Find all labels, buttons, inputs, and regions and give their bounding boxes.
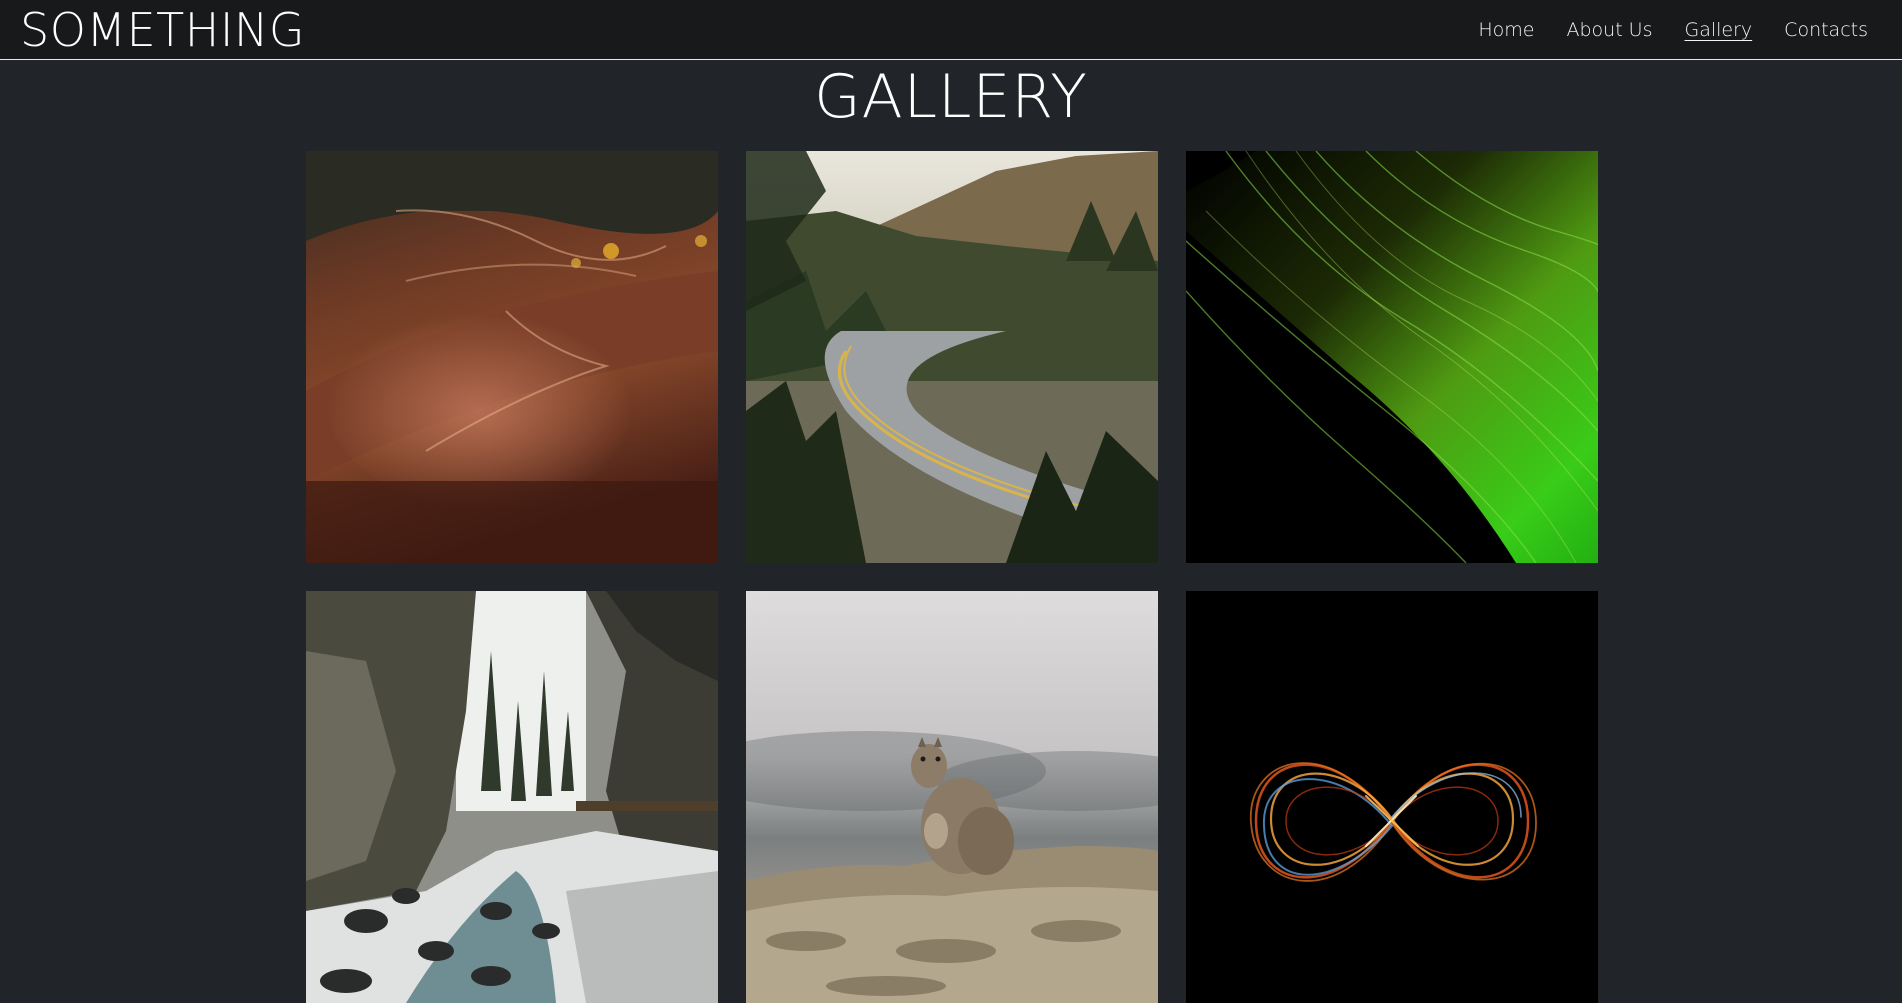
nav-about-link[interactable]: About Us bbox=[1566, 19, 1652, 41]
nav-gallery-link[interactable]: Gallery bbox=[1685, 19, 1753, 41]
main-nav: Home About Us Gallery Contacts bbox=[1478, 0, 1868, 60]
nav-contacts-link[interactable]: Contacts bbox=[1784, 19, 1868, 41]
site-logo[interactable]: SOMETHING bbox=[20, 4, 305, 56]
gallery-photo-autumn-forest[interactable] bbox=[306, 151, 718, 563]
nav-home-link[interactable]: Home bbox=[1478, 19, 1534, 41]
gallery-photo-mountain-road[interactable] bbox=[746, 151, 1158, 563]
page-title: GALLERY bbox=[814, 62, 1088, 132]
gallery-photo-squirrel[interactable] bbox=[746, 591, 1158, 1003]
gallery-photo-green-waves[interactable] bbox=[1186, 151, 1598, 563]
gallery-photo-snowy-canyon[interactable] bbox=[306, 591, 718, 1003]
gallery-photo-infinity-light[interactable] bbox=[1186, 591, 1598, 1003]
photo-gallery bbox=[306, 151, 1598, 1003]
top-navbar: SOMETHING Home About Us Gallery Contacts bbox=[0, 0, 1902, 60]
